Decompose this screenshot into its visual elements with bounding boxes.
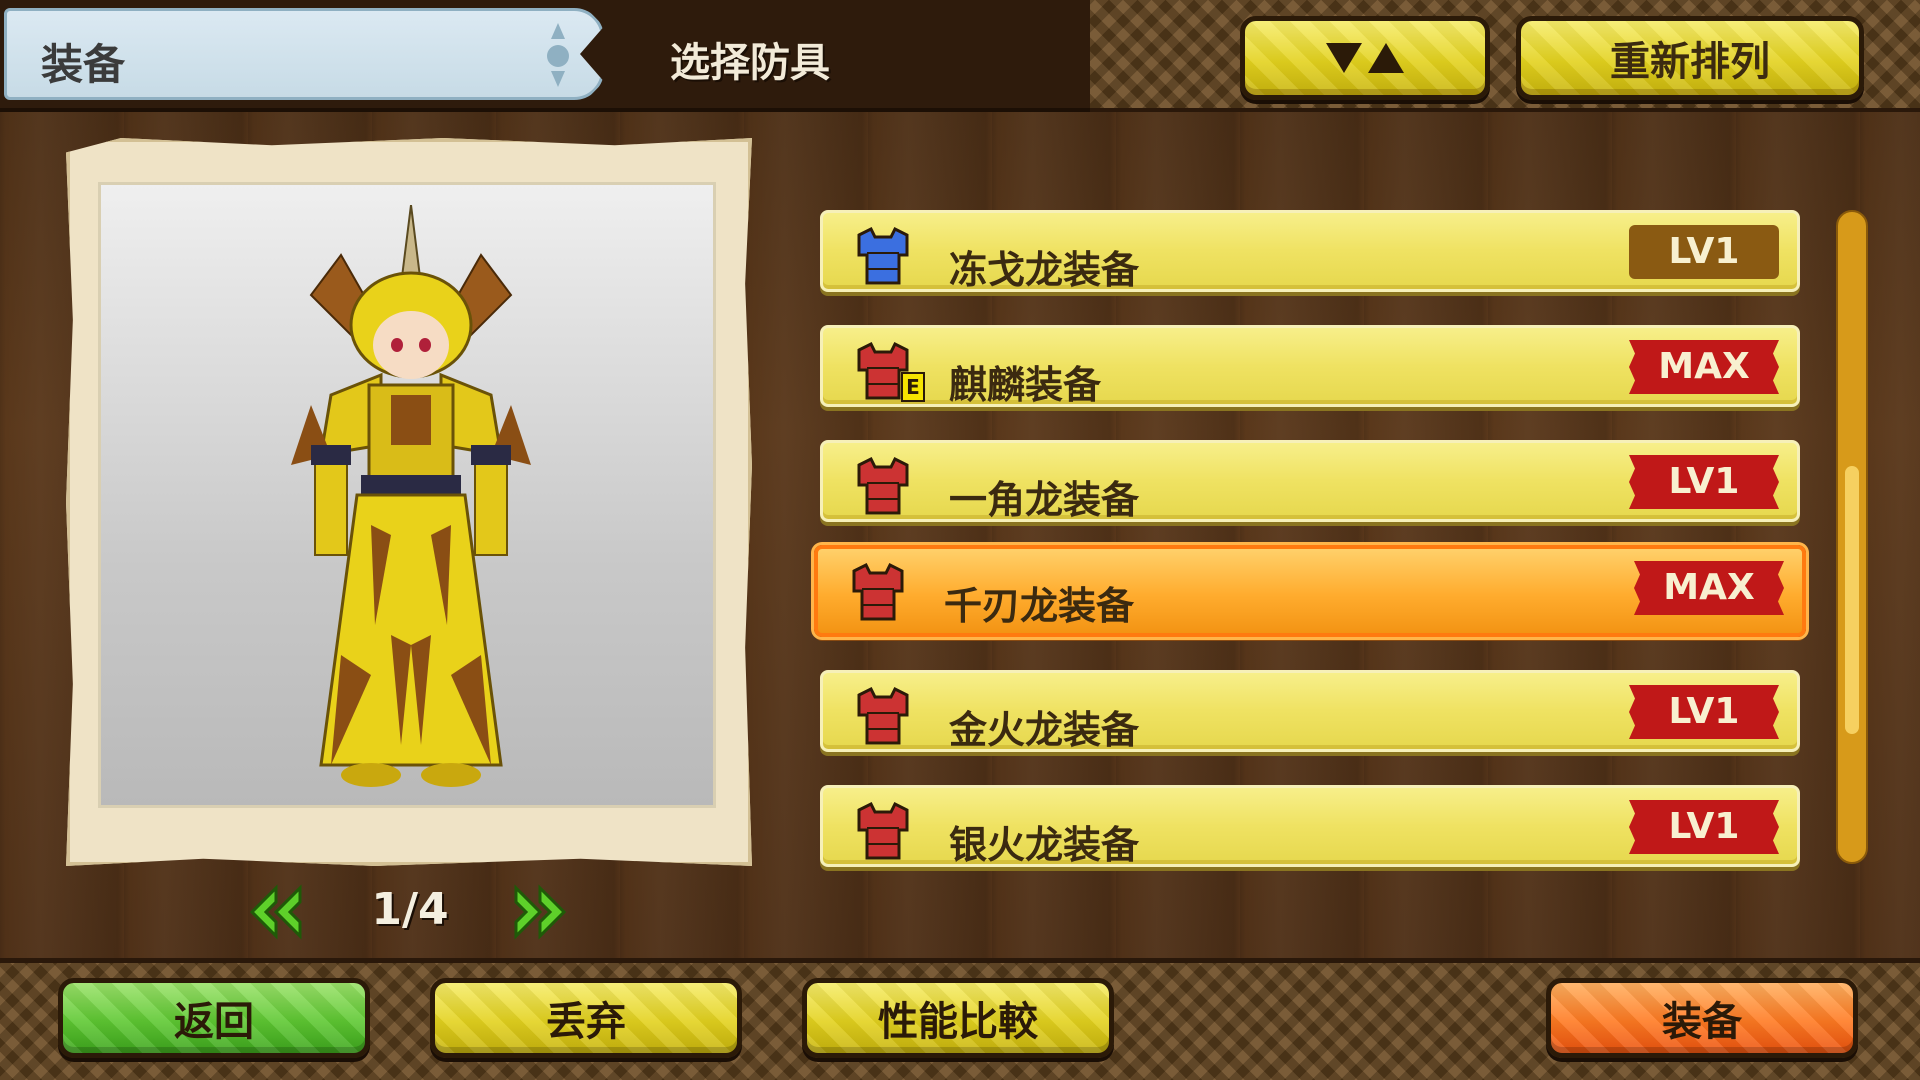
sort-down-icon [1326, 43, 1362, 73]
chest-armor-icon [857, 686, 909, 745]
armor-name: 银火龙装备 [949, 823, 1140, 867]
sort-order-button[interactable] [1240, 16, 1490, 100]
page-title: 选择防具 [670, 40, 830, 86]
level-badge: MAX [1634, 561, 1784, 615]
armor-name: 麒麟装备 [949, 363, 1102, 407]
armor-list-item[interactable]: 银火龙装备 LV1 [820, 785, 1800, 867]
level-badge: LV1 [1629, 800, 1779, 854]
chest-armor-icon [852, 562, 904, 621]
next-page-icon[interactable] [510, 882, 570, 942]
armor-name: 一角龙装备 [949, 478, 1140, 522]
back-button[interactable]: 返回 [58, 978, 370, 1058]
chest-armor-icon [857, 801, 909, 860]
scrollbar-thumb[interactable] [1845, 466, 1859, 734]
armor-name: 金火龙装备 [949, 708, 1140, 752]
level-badge: LV1 [1629, 685, 1779, 739]
chest-armor-icon [857, 456, 909, 515]
armor-list-item[interactable]: E 麒麟装备 MAX [820, 325, 1800, 407]
chest-armor-icon [857, 226, 909, 285]
resort-button[interactable]: 重新排列 [1516, 16, 1864, 100]
previous-page-icon[interactable] [246, 882, 306, 942]
menu-toggle-icon [545, 23, 571, 87]
menu-title-tab[interactable]: 装备 [4, 8, 604, 100]
armor-name: 千刃龙装备 [944, 584, 1135, 628]
menu-title: 装备 [41, 40, 126, 89]
level-badge: LV1 [1629, 455, 1779, 509]
armor-list-item[interactable]: 冻戈龙装备 LV1 [820, 210, 1800, 292]
equip-button[interactable]: 装备 [1546, 978, 1858, 1058]
armored-character-figure [291, 205, 531, 787]
armor-name: 冻戈龙装备 [949, 248, 1140, 292]
level-badge: MAX [1629, 340, 1779, 394]
armor-list-item[interactable]: 千刃龙装备 MAX [814, 545, 1806, 637]
compare-button[interactable]: 性能比較 [802, 978, 1114, 1058]
discard-button[interactable]: 丢弃 [430, 978, 742, 1058]
equipped-badge: E [901, 372, 925, 402]
armor-list-item[interactable]: 金火龙装备 LV1 [820, 670, 1800, 752]
armor-list-item[interactable]: 一角龙装备 LV1 [820, 440, 1800, 522]
sort-up-icon [1368, 43, 1404, 73]
level-badge: LV1 [1629, 225, 1779, 279]
page-indicator: 1/4 [371, 884, 449, 935]
character-preview[interactable] [98, 182, 716, 808]
